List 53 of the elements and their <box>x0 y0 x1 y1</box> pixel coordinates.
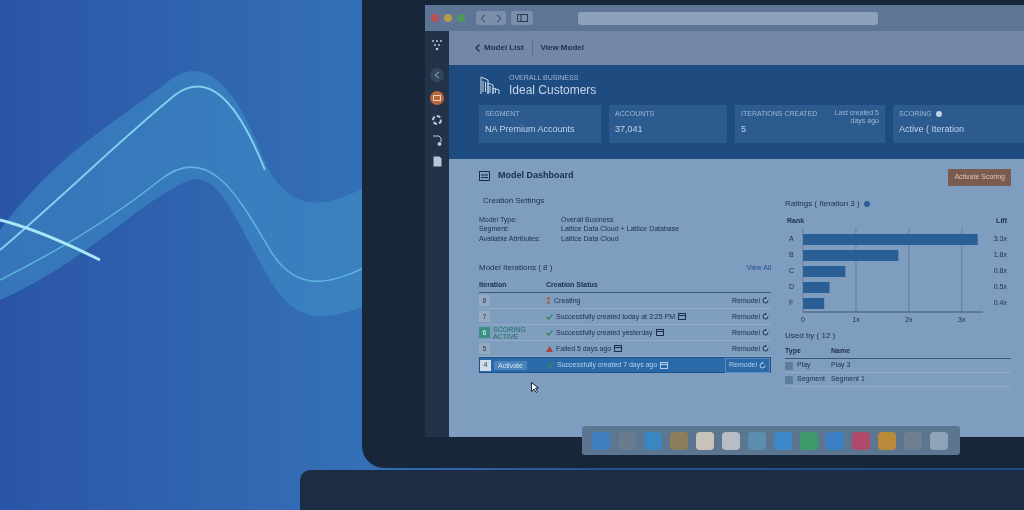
app-icon[interactable] <box>930 431 948 450</box>
app-icon[interactable] <box>722 431 740 450</box>
stat-value: 5 <box>741 123 747 137</box>
sidebar-icon[interactable] <box>511 11 533 25</box>
document-gear-icon[interactable] <box>431 135 443 147</box>
lift-bar <box>803 265 846 277</box>
lift-bar <box>803 281 830 293</box>
document-icon[interactable] <box>432 156 442 167</box>
section-title: Ratings ( Iteration 3 ) <box>785 197 860 210</box>
app-icon[interactable] <box>800 431 818 450</box>
back-forward-icon[interactable] <box>476 11 506 25</box>
stat-value: 37,041 <box>615 123 644 137</box>
check-icon <box>546 329 553 336</box>
page-title: View Model <box>540 42 584 54</box>
app-icon[interactable] <box>748 431 766 450</box>
check-icon <box>546 313 553 320</box>
section-title: Creation Settings <box>483 194 546 207</box>
app-icon[interactable] <box>774 431 792 450</box>
app-icon[interactable] <box>670 431 688 450</box>
info-icon[interactable] <box>935 110 942 117</box>
hourglass-icon <box>546 297 551 305</box>
app-icon[interactable] <box>852 431 870 450</box>
app-icon[interactable] <box>592 431 610 450</box>
stat-value: NA Premium Accounts <box>485 123 575 137</box>
maximize-icon[interactable] <box>457 14 465 22</box>
info-icon[interactable] <box>863 200 870 207</box>
lift-bar <box>803 297 825 309</box>
app-icon[interactable] <box>826 431 844 450</box>
calendar-icon[interactable] <box>614 345 623 353</box>
model-name: Ideal Customers <box>509 83 597 97</box>
section-title: Model Dashboard <box>498 169 574 182</box>
close-icon[interactable] <box>431 14 439 22</box>
dashboard-icon[interactable] <box>430 91 444 105</box>
minimize-icon[interactable] <box>444 14 452 22</box>
pointer-icon <box>531 382 539 393</box>
building-icon <box>479 74 501 95</box>
chevron-left-icon <box>475 44 480 52</box>
calendar-icon[interactable] <box>678 313 687 321</box>
collapse-icon[interactable] <box>430 68 444 82</box>
check-icon <box>547 362 554 369</box>
section-title: Model Iterations ( 8 ) <box>479 261 553 274</box>
app-icon[interactable] <box>644 431 662 450</box>
warning-icon <box>546 345 553 352</box>
dashboard-icon <box>479 170 490 181</box>
stat-value: Active ( Iteration <box>899 123 965 137</box>
back-link[interactable]: Model List <box>484 42 524 54</box>
calendar-icon[interactable] <box>655 329 664 337</box>
address-bar[interactable] <box>578 11 878 25</box>
section-title: Used by ( 12 ) <box>785 329 837 342</box>
logo-icon <box>431 39 443 51</box>
cycle-icon[interactable] <box>431 114 443 126</box>
app-icon[interactable] <box>696 431 714 450</box>
app-icon[interactable] <box>878 431 896 450</box>
